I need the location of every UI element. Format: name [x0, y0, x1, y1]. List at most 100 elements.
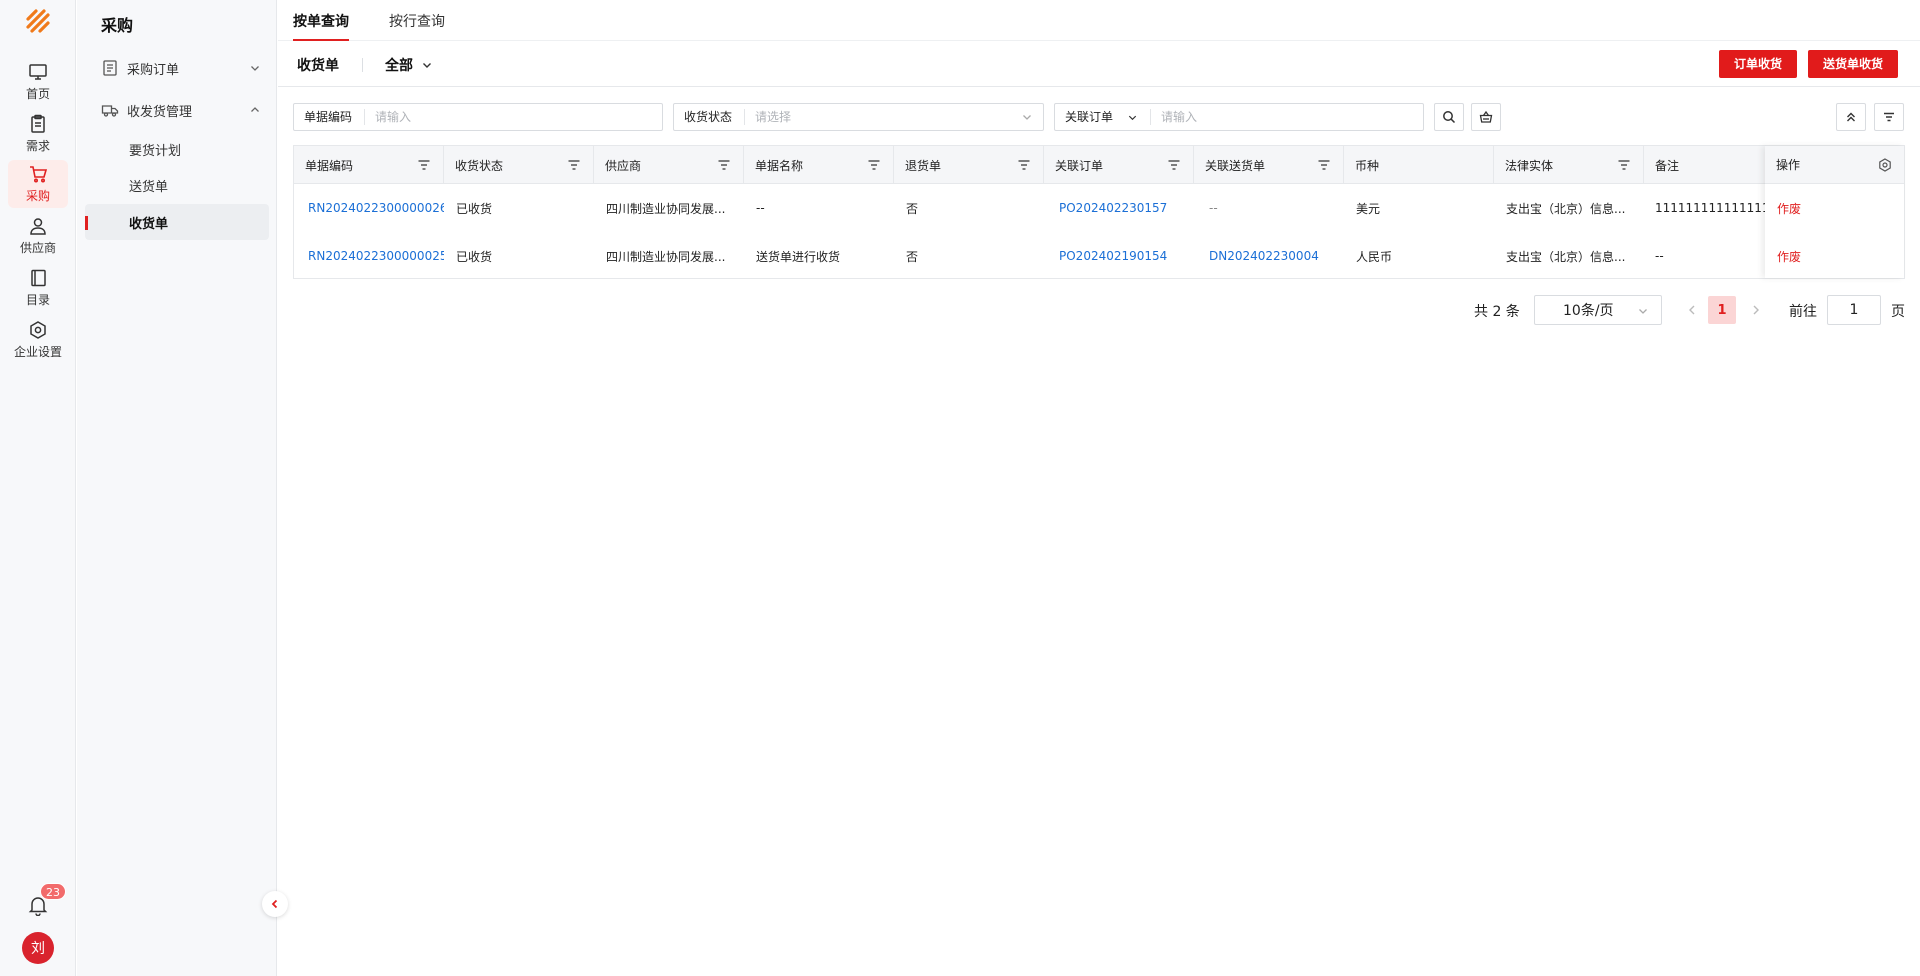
column-header-label: 操作	[1776, 158, 1801, 172]
main-content: 按单查询 按行查询 收货单 全部 订单收货 送货单收货 单据编码 收货状态 关联…	[278, 0, 1920, 976]
filter-lines-icon[interactable]	[1317, 159, 1331, 171]
row-remark: 1111111111111111	[1655, 201, 1765, 215]
advanced-filter-button[interactable]	[1874, 103, 1904, 131]
doc-code-filter-label: 单据编码	[294, 109, 366, 125]
goto-suffix: 页	[1891, 304, 1905, 320]
view-filter-value: 全部	[385, 58, 413, 74]
chevron-down-icon	[1128, 115, 1137, 120]
sidebar-item-delivery-plan[interactable]: 要货计划	[85, 131, 269, 167]
tab-bar: 按单查询 按行查询	[278, 0, 1920, 41]
sidebar-group-label: 采购订单	[127, 62, 180, 78]
page-size-select[interactable]: 10条/页	[1534, 295, 1662, 325]
rail-item-settings[interactable]: 企业设置	[8, 316, 68, 364]
chevron-down-icon	[1023, 115, 1031, 120]
filter-lines-icon[interactable]	[1617, 159, 1631, 171]
row-entity: 支出宝（北京）信息...	[1506, 249, 1626, 264]
column-header[interactable]: 单据名称	[744, 146, 894, 184]
status-filter-label: 收货状态	[674, 109, 746, 125]
order-receive-button[interactable]: 订单收货	[1719, 50, 1798, 78]
tab-by-line[interactable]: 按行查询	[389, 11, 445, 39]
brand-logo-icon[interactable]	[22, 5, 54, 37]
filter-lines-icon[interactable]	[417, 159, 431, 171]
divider	[362, 58, 363, 72]
row-doc-name: --	[756, 201, 765, 215]
filter-lines-icon[interactable]	[1017, 159, 1031, 171]
chevron-left-icon[interactable]	[1685, 303, 1699, 317]
column-header-label: 币种	[1355, 158, 1380, 173]
related-filter: 关联订单	[1054, 103, 1424, 131]
filter-lines-icon[interactable]	[567, 159, 581, 171]
truck-icon	[101, 105, 119, 117]
doc-code-filter: 单据编码	[293, 103, 663, 131]
filter-lines-icon[interactable]	[867, 159, 881, 171]
search-button[interactable]	[1434, 103, 1464, 131]
status-filter[interactable]: 收货状态	[673, 103, 1044, 131]
filter-lines-icon[interactable]	[1167, 159, 1181, 171]
gear-icon[interactable]	[1878, 158, 1892, 172]
monitor-icon	[29, 64, 47, 80]
goto-page-input[interactable]	[1827, 295, 1881, 325]
column-header[interactable]: 关联订单	[1044, 146, 1194, 184]
rail-item-home[interactable]: 首页	[8, 58, 68, 106]
basket-icon	[1479, 110, 1493, 123]
column-header[interactable]: 单据编码	[294, 146, 444, 184]
row-related-delivery[interactable]: DN202402230004	[1194, 232, 1344, 280]
delivery-receive-button[interactable]: 送货单收货	[1808, 50, 1899, 78]
goto-label: 前往	[1789, 304, 1817, 320]
row-related-delivery: --	[1209, 201, 1218, 215]
column-header[interactable]: 法律实体	[1494, 146, 1644, 184]
rail-item-demand[interactable]: 需求	[8, 110, 68, 158]
row-remark: --	[1655, 249, 1664, 263]
row-related-order[interactable]: PO202402230157	[1044, 184, 1194, 232]
filter-lines-icon[interactable]	[717, 159, 731, 171]
related-input[interactable]	[1151, 105, 1423, 129]
sidebar-group-shipping[interactable]: 收发货管理	[101, 99, 271, 121]
row-doc-code[interactable]: RN2024022300000026 ...	[294, 184, 444, 232]
sidebar-group-purchase-order[interactable]: 采购订单	[101, 57, 271, 79]
sidebar-item-label: 送货单	[129, 179, 169, 195]
sidebar-item-receipt[interactable]: 收货单	[85, 204, 269, 240]
rail-item-supplier[interactable]: 供应商	[8, 212, 68, 260]
collapse-filters-button[interactable]	[1836, 103, 1866, 131]
double-chevron-up-icon	[1847, 112, 1855, 122]
avatar[interactable]: 刘	[22, 932, 54, 964]
rail-item-label: 采购	[25, 189, 50, 203]
column-header-label: 退货单	[905, 158, 942, 173]
status-select[interactable]	[745, 105, 1021, 129]
clear-button[interactable]	[1471, 103, 1501, 131]
row-return: 否	[906, 201, 919, 216]
chevron-right-icon[interactable]	[1749, 303, 1763, 317]
tab-by-order[interactable]: 按单查询	[293, 11, 349, 41]
book-icon	[31, 269, 46, 287]
void-button[interactable]: 作废	[1765, 232, 1904, 280]
view-filter-dropdown[interactable]: 全部	[385, 55, 433, 75]
sidebar-item-delivery-note[interactable]: 送货单	[85, 167, 269, 203]
sidebar-item-label: 收货单	[129, 216, 169, 232]
doc-code-input[interactable]	[365, 105, 662, 129]
column-header[interactable]: 收货状态	[444, 146, 594, 184]
sidebar-group-label: 收发货管理	[127, 104, 193, 120]
rail-item-label: 需求	[25, 139, 50, 153]
column-header[interactable]: 备注	[1644, 146, 1765, 184]
page-title: 收货单	[297, 58, 339, 74]
table-row: RN2024022300000025 ... 已收货 四川制造业协同发展... …	[294, 232, 1904, 280]
rail-item-purchase[interactable]: 采购	[8, 160, 68, 208]
search-icon	[1443, 111, 1456, 124]
row-doc-code[interactable]: RN2024022300000025 ...	[294, 232, 444, 280]
row-doc-name: 送货单进行收货	[756, 249, 841, 264]
page-number-current[interactable]: 1	[1708, 296, 1736, 324]
row-related-order[interactable]: PO202402190154	[1044, 232, 1194, 280]
rail-item-catalog[interactable]: 目录	[8, 264, 68, 312]
filter-lines-icon	[1884, 112, 1894, 122]
column-header[interactable]: 供应商	[594, 146, 744, 184]
related-field-selector[interactable]: 关联订单	[1055, 109, 1152, 125]
column-header-label: 单据名称	[755, 158, 804, 173]
chevron-down-icon	[423, 63, 431, 68]
column-header[interactable]: 关联送货单	[1194, 146, 1344, 184]
column-header[interactable]: 币种	[1344, 146, 1494, 184]
void-button[interactable]: 作废	[1765, 184, 1904, 232]
table-header: 单据编码 收货状态 供应商 单据名称 退货单 关联订单 关联送货单 币种 法律实…	[294, 146, 1904, 184]
column-header-operations: 操作	[1765, 146, 1904, 184]
column-header[interactable]: 退货单	[894, 146, 1044, 184]
receipt-table: 单据编码 收货状态 供应商 单据名称 退货单 关联订单 关联送货单 币种 法律实…	[293, 145, 1905, 279]
